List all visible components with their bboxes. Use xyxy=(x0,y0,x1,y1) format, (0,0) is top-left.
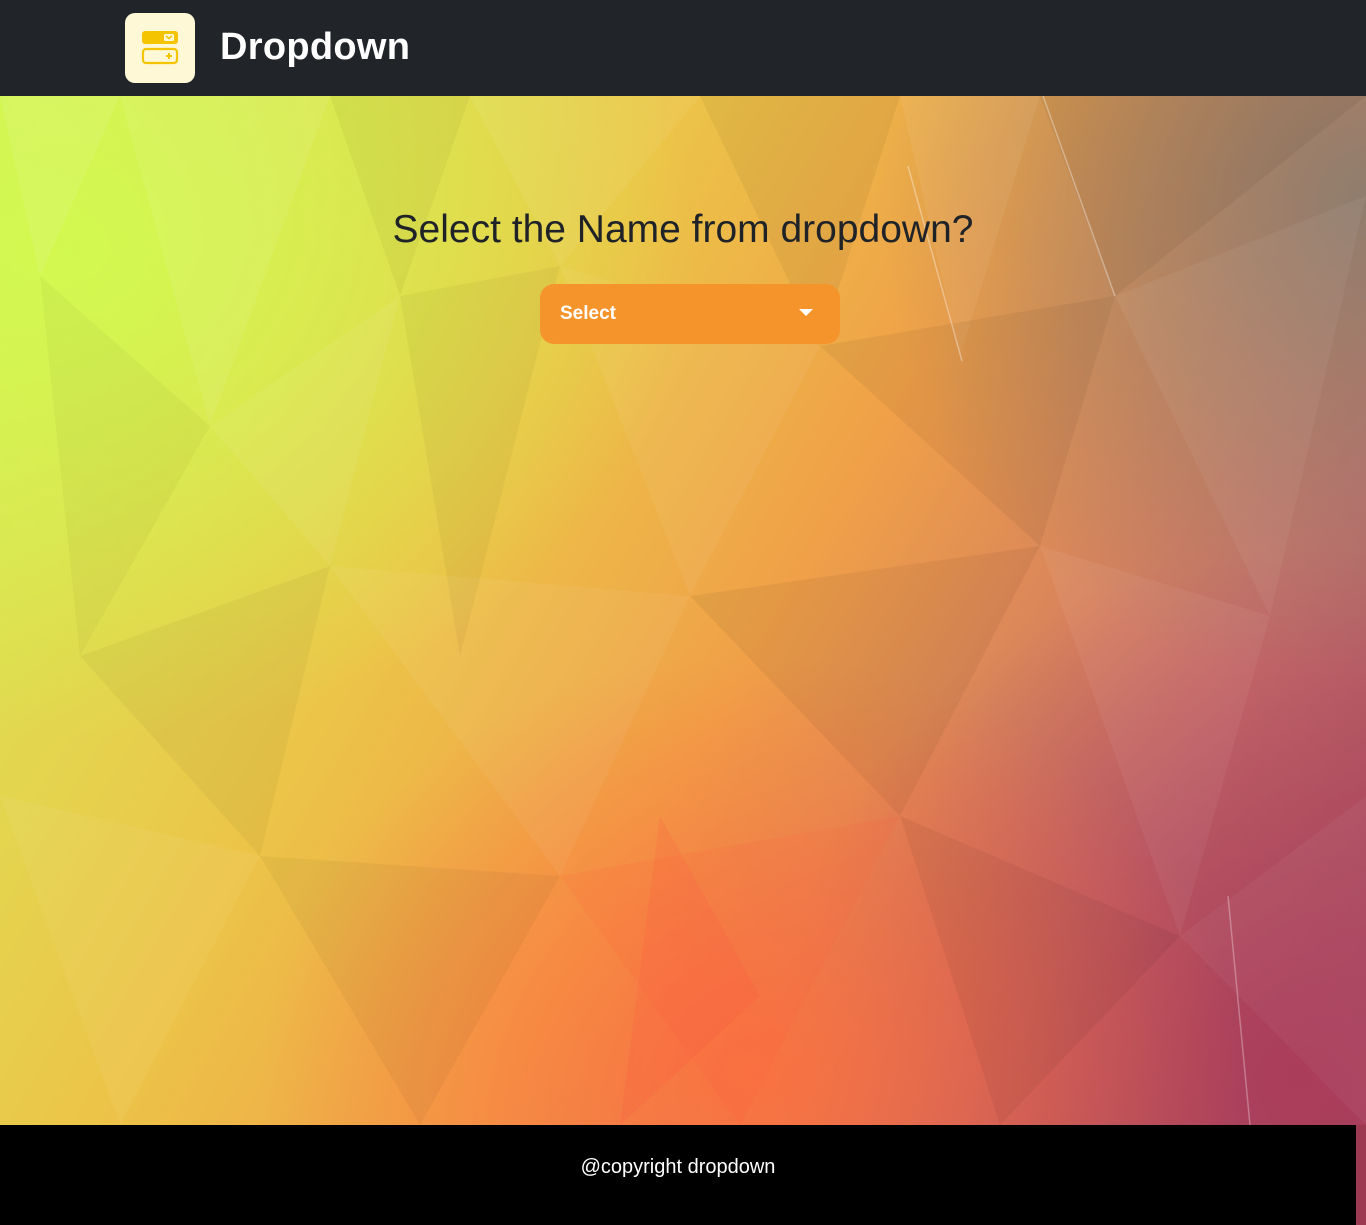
caret-down-icon xyxy=(799,309,813,316)
footer-copyright: @copyright dropdown xyxy=(580,1156,776,1178)
logo[interactable] xyxy=(125,13,195,83)
dropdown-icon xyxy=(141,31,179,65)
page-question: Select the Name from dropdown? xyxy=(392,208,974,251)
navbar: Dropdown xyxy=(0,0,1366,96)
footer-edge-strip xyxy=(1356,1125,1366,1225)
dropdown-selected-label: Select xyxy=(560,303,616,324)
page: Dropdown Select the Name from dropdown? … xyxy=(0,0,1366,1225)
hero-section: Select the Name from dropdown? Select xyxy=(0,96,1366,1125)
footer: @copyright dropdown xyxy=(0,1125,1356,1225)
name-dropdown[interactable]: Select xyxy=(540,284,840,344)
brand-title[interactable]: Dropdown xyxy=(220,22,410,72)
